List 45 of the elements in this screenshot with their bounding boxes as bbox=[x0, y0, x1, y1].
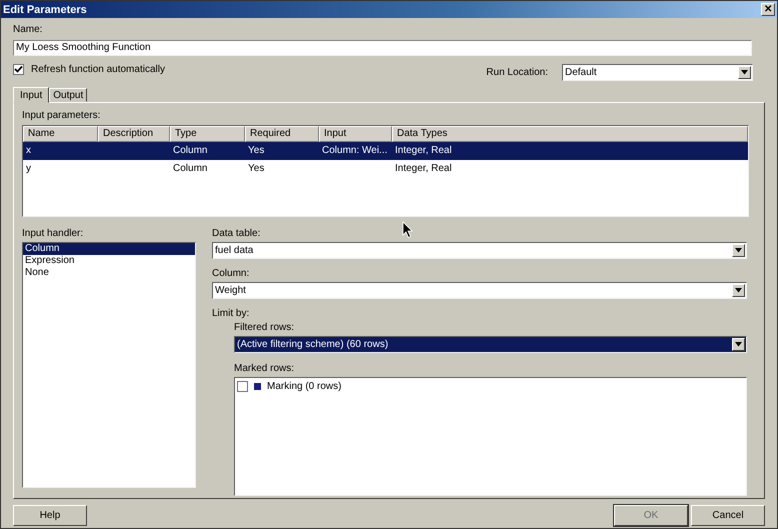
tab[interactable]: Input bbox=[13, 87, 50, 103]
dialog-button[interactable]: Help bbox=[13, 505, 87, 526]
table-cell: y bbox=[26, 163, 31, 174]
column-header[interactable]: Description bbox=[98, 126, 170, 142]
list-item[interactable]: None bbox=[23, 267, 195, 279]
field-label: Name: bbox=[13, 24, 42, 36]
section-label: Input parameters: bbox=[22, 110, 100, 122]
checkbox[interactable] bbox=[13, 64, 24, 75]
field-label: Column: bbox=[212, 268, 250, 280]
table-cell: Yes bbox=[248, 163, 264, 174]
table-cell: Integer, Real bbox=[395, 163, 452, 174]
dropdown[interactable]: fuel data bbox=[212, 242, 747, 259]
column-header[interactable]: Required bbox=[245, 126, 319, 142]
dropdown[interactable]: (Active filtering scheme) (60 rows) bbox=[234, 336, 747, 353]
name-field[interactable]: My Loess Smoothing Function bbox=[13, 40, 752, 56]
list-item[interactable]: Column bbox=[23, 243, 195, 255]
checkbox-label: Refresh function automatically bbox=[31, 64, 165, 75]
table-cell: Column bbox=[173, 145, 208, 156]
column-header[interactable]: Type bbox=[170, 126, 245, 142]
field-label: Run Location: bbox=[486, 67, 548, 78]
field-label: Data table: bbox=[212, 228, 260, 240]
table-row[interactable]: y Column Yes Integer, Real bbox=[23, 160, 748, 178]
table-cell: Integer, Real bbox=[395, 145, 452, 156]
section-label: Input handler: bbox=[22, 228, 84, 240]
table-cell: Yes bbox=[248, 145, 264, 156]
close-button[interactable]: ✕ bbox=[761, 3, 775, 16]
tab[interactable]: Output bbox=[49, 88, 88, 102]
field-label: Marked rows: bbox=[234, 363, 294, 375]
column-header[interactable]: Input bbox=[319, 126, 392, 142]
column-header[interactable]: Name bbox=[23, 126, 98, 142]
table-cell: Column bbox=[173, 163, 208, 174]
mouse-pointer-icon bbox=[402, 221, 413, 238]
selected-row[interactable]: x Column Yes Column: Wei... Integer, Real bbox=[23, 142, 748, 160]
checkbox[interactable] bbox=[237, 381, 248, 392]
table-cell: x bbox=[26, 145, 31, 156]
column-header[interactable]: Data Types bbox=[392, 126, 748, 142]
dropdown[interactable]: Weight bbox=[212, 282, 747, 299]
table-cell: Column: Wei... bbox=[322, 145, 388, 156]
dialog-button[interactable]: Cancel bbox=[691, 505, 765, 526]
window-title: Edit Parameters bbox=[3, 4, 87, 16]
list-item-label: Marking (0 rows) bbox=[267, 381, 342, 392]
list-item[interactable]: Expression bbox=[23, 255, 195, 267]
section-label: Limit by: bbox=[212, 308, 250, 320]
field-label: Filtered rows: bbox=[234, 322, 294, 334]
dropdown[interactable]: Default bbox=[562, 64, 753, 81]
